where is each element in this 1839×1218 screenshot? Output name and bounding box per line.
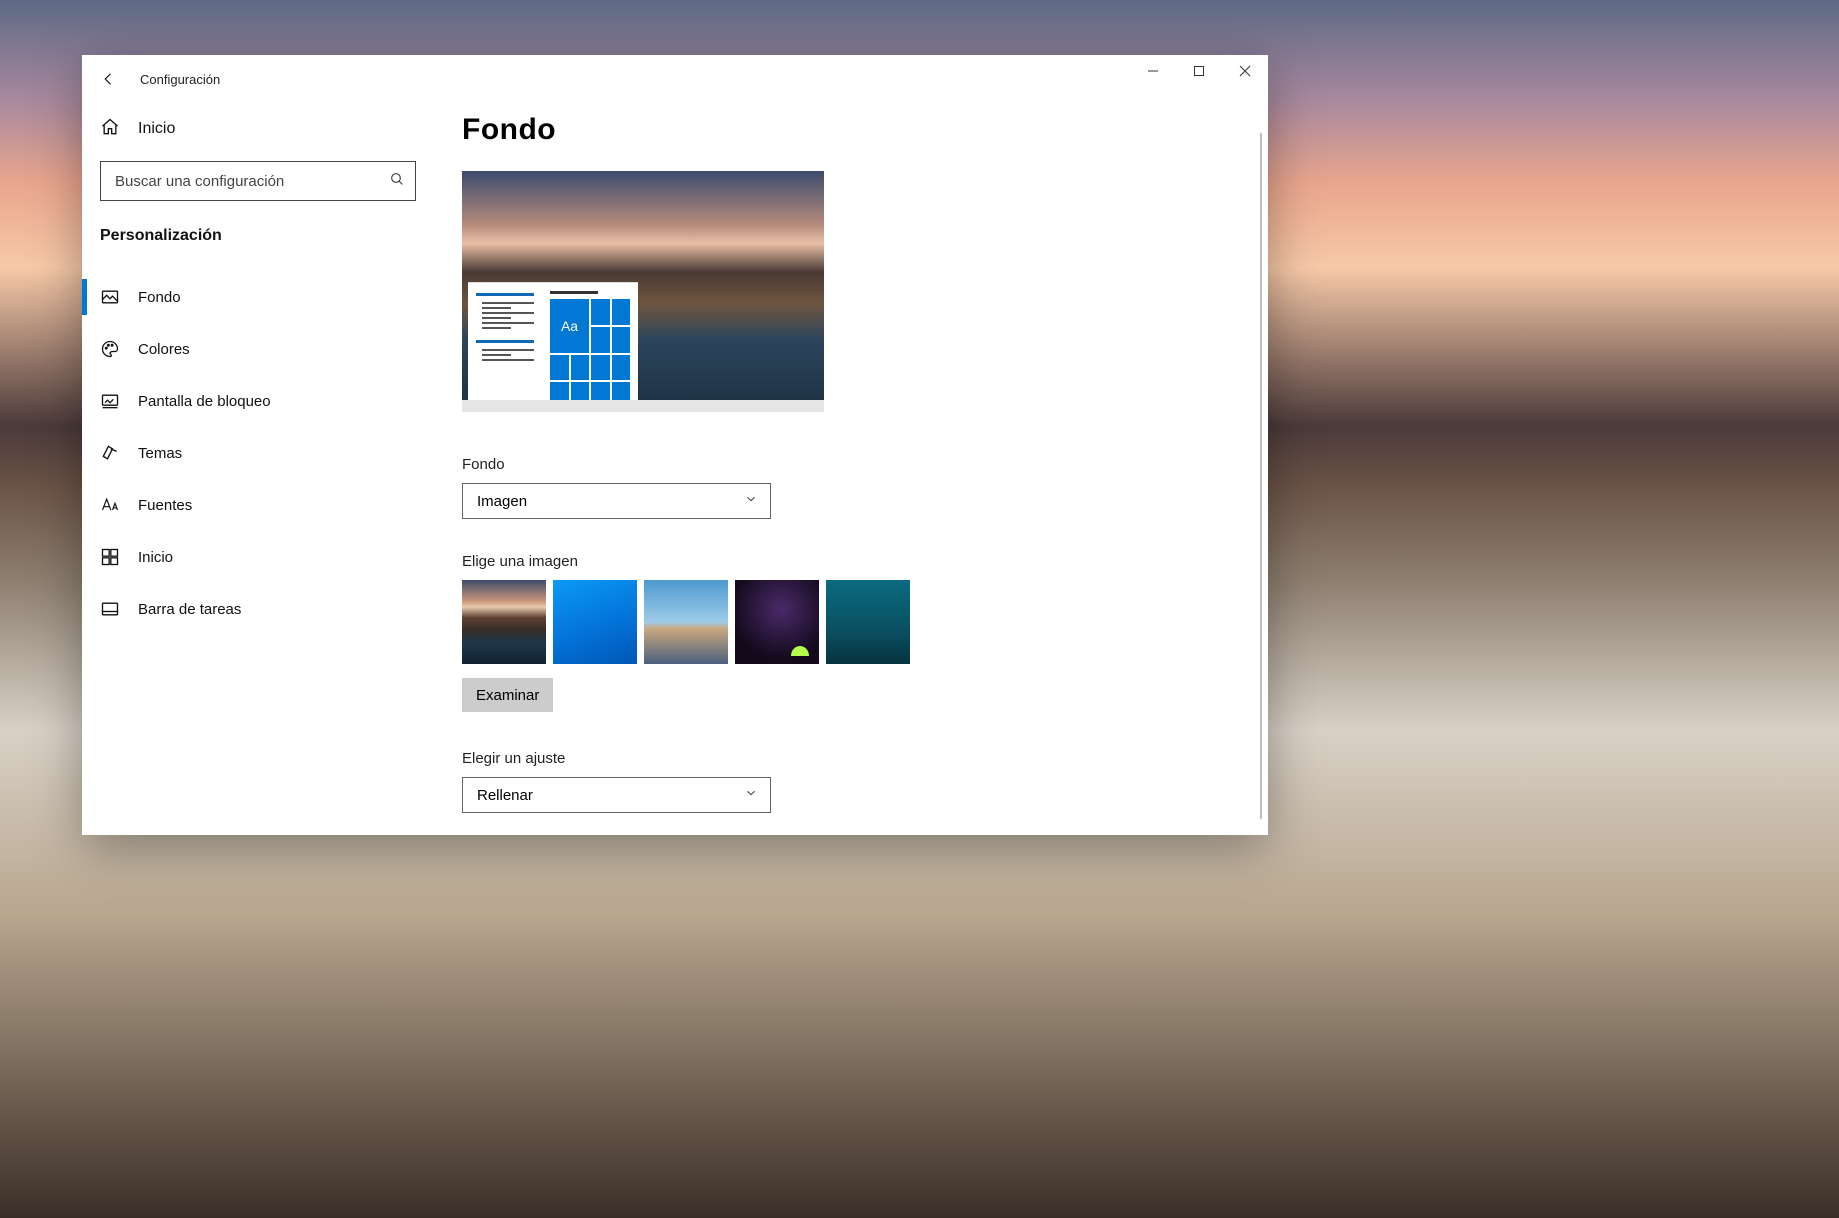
picture-icon [100, 287, 120, 307]
close-button[interactable] [1222, 55, 1268, 87]
sidebar-item-label: Inicio [138, 549, 173, 566]
sidebar-item-label: Fuentes [138, 497, 192, 514]
chevron-down-icon [744, 786, 758, 804]
sidebar-nav: Fondo Colores Pantalla de bloqueo [82, 271, 434, 635]
background-type-label: Fondo [462, 456, 1268, 473]
sidebar-item-colores[interactable]: Colores [82, 323, 434, 375]
preview-start-left [468, 283, 542, 412]
preview-start-menu: Aa [468, 282, 638, 412]
background-preview: Aa [462, 171, 824, 412]
back-icon[interactable] [100, 70, 118, 88]
content-pane: Fondo [434, 55, 1268, 835]
search-icon [389, 171, 405, 191]
sidebar-item-label: Fondo [138, 289, 181, 306]
sidebar-item-pantalla-bloqueo[interactable]: Pantalla de bloqueo [82, 375, 434, 427]
fit-value: Rellenar [477, 787, 533, 804]
taskbar-icon [100, 599, 120, 619]
content-inner: Fondo [434, 55, 1268, 835]
fit-dropdown[interactable]: Rellenar [462, 777, 771, 813]
background-type-dropdown[interactable]: Imagen [462, 483, 771, 519]
start-icon [100, 547, 120, 567]
fonts-icon [100, 495, 120, 515]
preview-start-right: Aa [542, 283, 638, 412]
browse-label: Examinar [476, 687, 539, 704]
sidebar-item-label: Barra de tareas [138, 601, 241, 618]
browse-button[interactable]: Examinar [462, 678, 553, 712]
sidebar-item-label: Temas [138, 445, 182, 462]
image-thumb-3[interactable] [644, 580, 728, 664]
themes-icon [100, 443, 120, 463]
minimize-button[interactable] [1130, 55, 1176, 87]
image-thumb-5[interactable] [826, 580, 910, 664]
sidebar-item-fuentes[interactable]: Fuentes [82, 479, 434, 531]
maximize-button[interactable] [1176, 55, 1222, 87]
image-thumb-1[interactable] [462, 580, 546, 664]
search-input-wrapper[interactable] [100, 161, 416, 201]
sidebar-home[interactable]: Inicio [82, 103, 434, 155]
sidebar-item-temas[interactable]: Temas [82, 427, 434, 479]
preview-taskbar [462, 400, 824, 412]
sidebar-item-label: Colores [138, 341, 190, 358]
fit-label: Elegir un ajuste [462, 750, 1268, 767]
image-thumb-4[interactable] [735, 580, 819, 664]
image-thumbnails [462, 580, 1268, 664]
home-icon [100, 117, 120, 141]
home-label: Inicio [138, 120, 175, 138]
window-controls [1130, 55, 1268, 87]
page-title: Fondo [462, 113, 1268, 147]
sidebar-item-barra-tareas[interactable]: Barra de tareas [82, 583, 434, 635]
sidebar: Configuración Inicio Personalización [82, 55, 434, 835]
sidebar-titlebar: Configuración [82, 55, 434, 103]
choose-image-label: Elige una imagen [462, 553, 1268, 570]
sidebar-item-label: Pantalla de bloqueo [138, 393, 271, 410]
palette-icon [100, 339, 120, 359]
preview-tile-aa: Aa [550, 299, 589, 353]
background-type-value: Imagen [477, 493, 527, 510]
settings-window: Configuración Inicio Personalización [82, 55, 1268, 835]
image-thumb-2[interactable] [553, 580, 637, 664]
search-container [100, 161, 416, 201]
sidebar-section-title: Personalización [82, 215, 434, 257]
search-input[interactable] [115, 173, 389, 190]
sidebar-item-fondo[interactable]: Fondo [82, 271, 434, 323]
chevron-down-icon [744, 492, 758, 510]
app-title: Configuración [140, 72, 220, 87]
lockscreen-icon [100, 391, 120, 411]
sidebar-item-inicio[interactable]: Inicio [82, 531, 434, 583]
content-scrollbar[interactable] [1260, 133, 1262, 819]
desktop-background: Configuración Inicio Personalización [0, 0, 1839, 1218]
